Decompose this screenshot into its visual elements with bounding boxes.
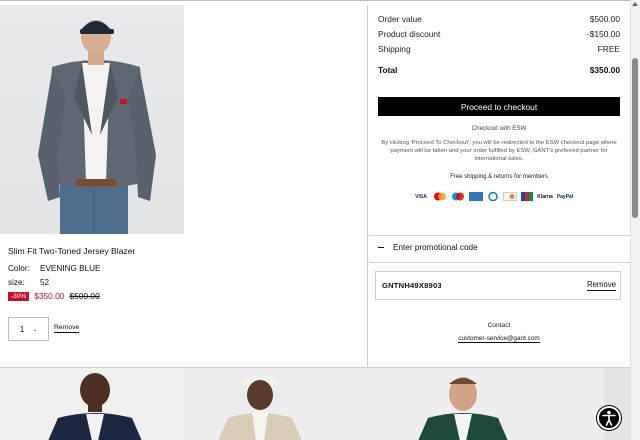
remove-item-link[interactable]: Remove	[54, 323, 80, 333]
product-photo[interactable]	[0, 5, 184, 234]
order-summary: Order value $500.00 Product discount -$1…	[369, 5, 630, 367]
checkout-with-esw: Checkout with ESW	[471, 125, 527, 132]
shipping-value: FREE	[597, 44, 620, 54]
recommendations-strip	[0, 367, 630, 440]
total-value: $350.00	[589, 65, 620, 75]
recommendation-image[interactable]	[368, 368, 630, 440]
summary-divider	[369, 235, 630, 236]
original-price: $500.00	[69, 291, 100, 301]
top-divider	[0, 0, 640, 4]
free-shipping-note: Free shipping & returns for members	[450, 174, 548, 180]
size-label: size:	[8, 278, 25, 287]
cart-item: Slim Fit Two-Toned Jersey Blazer Color: E…	[0, 5, 368, 367]
order-value-label: Order value	[378, 14, 422, 24]
discover-icon	[503, 192, 517, 201]
product-size: size: 52	[8, 278, 49, 287]
shipping-label: Shipping	[378, 44, 411, 54]
minus-icon	[378, 247, 384, 248]
total-row: Total $350.00	[378, 65, 620, 75]
chevron-down-icon: ⌄	[32, 326, 38, 333]
vertical-scrollbar[interactable]	[630, 0, 640, 440]
customer-service-email-link[interactable]: customer-service@gant.com	[458, 335, 540, 343]
promo-code-value: GNTNH49X8903	[382, 281, 442, 290]
product-color: Color: EVENING BLUE	[8, 264, 101, 273]
accessibility-button[interactable]	[597, 406, 621, 430]
total-label: Total	[378, 65, 398, 75]
diners-icon	[487, 192, 499, 201]
jcb-icon	[521, 192, 533, 201]
order-value: $500.00	[589, 14, 620, 24]
order-value-row: Order value $500.00	[378, 14, 620, 24]
remove-promo-link[interactable]: Remove	[586, 280, 616, 291]
applied-promo-code: GNTNH49X8903 Remove	[375, 271, 621, 300]
product-name[interactable]: Slim Fit Two-Toned Jersey Blazer	[8, 246, 135, 256]
quantity-value: 1	[19, 324, 25, 334]
mastercard-icon	[433, 192, 447, 201]
contact-label: Contact	[487, 322, 511, 329]
customer-service-email[interactable]: customer-service@gant.com	[378, 335, 620, 343]
shipping-row: Shipping FREE	[378, 44, 620, 54]
klarna-icon: Klarna	[537, 193, 553, 200]
price-row: -30% $350.00 $500.00	[8, 291, 100, 301]
promo-code-toggle[interactable]: Enter promotional code	[378, 243, 478, 252]
accessibility-icon	[602, 410, 616, 426]
quantity-select[interactable]: 1 ⌄	[8, 317, 49, 341]
promo-toggle-label: Enter promotional code	[393, 243, 478, 252]
recommendation-image[interactable]	[0, 368, 184, 440]
scroll-thumb[interactable]	[632, 58, 638, 218]
recommendation-image[interactable]	[184, 368, 368, 440]
checkout-disclaimer: By clicking 'Proceed To Checkout', you w…	[381, 140, 617, 162]
discount-badge: -30%	[8, 291, 30, 301]
discount-label: Product discount	[378, 29, 441, 39]
visa-icon: VISA	[415, 193, 427, 200]
color-label: Color:	[8, 264, 30, 273]
scroll-up-icon[interactable]	[632, 2, 638, 6]
size-value: 52	[40, 278, 50, 287]
maestro-icon	[451, 192, 465, 201]
promo-divider	[369, 262, 630, 263]
payment-methods: VISA Klarna PayPal	[413, 192, 573, 201]
color-value: EVENING BLUE	[40, 264, 101, 273]
sale-price: $350.00	[34, 291, 65, 301]
paypal-icon: PayPal	[556, 193, 574, 200]
discount-value: -$150.00	[586, 29, 620, 39]
model-illustration	[38, 20, 156, 234]
amex-icon	[469, 192, 483, 201]
proceed-to-checkout-button[interactable]: Proceed to checkout	[378, 97, 620, 116]
discount-row: Product discount -$150.00	[378, 29, 620, 39]
